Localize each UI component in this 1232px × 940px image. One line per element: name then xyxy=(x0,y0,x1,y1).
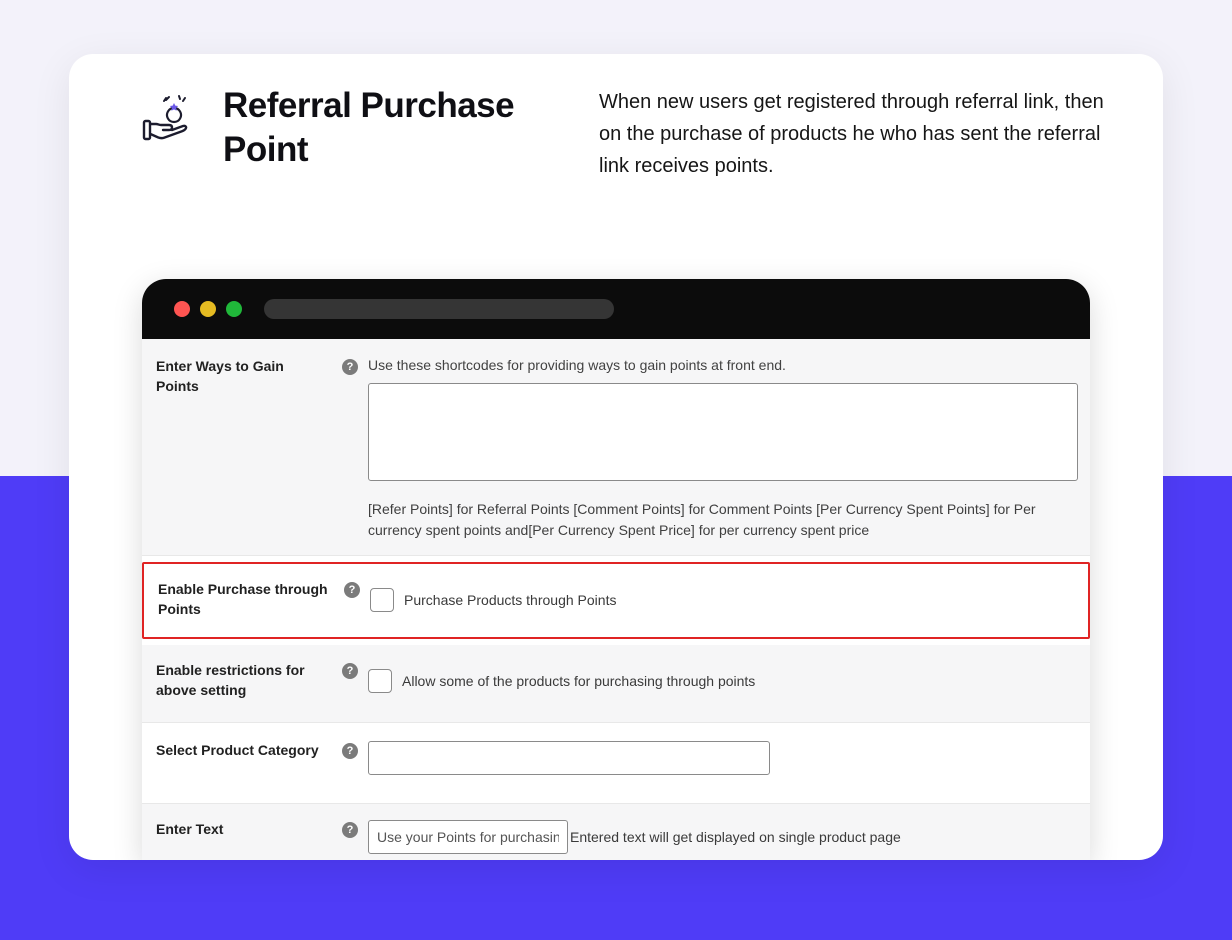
enter-text-desc: Entered text will get displayed on singl… xyxy=(570,829,901,845)
hero: Referral Purchase Point When new users g… xyxy=(69,54,1163,182)
restrictions-checkbox-label: Allow some of the products for purchasin… xyxy=(402,673,755,689)
help-icon[interactable]: ? xyxy=(342,359,358,375)
help-icon[interactable]: ? xyxy=(342,822,358,838)
address-bar[interactable] xyxy=(264,299,614,319)
ways-textarea[interactable] xyxy=(368,383,1078,481)
row-enter-text: Enter Text ? Entered text will get displ… xyxy=(142,804,1090,860)
enable-purchase-checkbox[interactable] xyxy=(370,588,394,612)
traffic-lights xyxy=(174,301,242,317)
hero-description: When new users get registered through re… xyxy=(599,84,1113,182)
label-enable-purchase: Enable Purchase through Points xyxy=(144,580,344,619)
label-enter-text: Enter Text xyxy=(142,820,342,854)
referral-hand-star-icon xyxy=(139,88,195,144)
category-input[interactable] xyxy=(368,741,770,775)
row-ways-to-gain: Enter Ways to Gain Points ? Use these sh… xyxy=(142,339,1090,556)
feature-card: Referral Purchase Point When new users g… xyxy=(69,54,1163,860)
label-ways: Enter Ways to Gain Points xyxy=(142,357,342,541)
enable-purchase-checkbox-label: Purchase Products through Points xyxy=(404,592,616,608)
browser-window: Enter Ways to Gain Points ? Use these sh… xyxy=(142,279,1090,860)
restrictions-checkbox[interactable] xyxy=(368,669,392,693)
row-category: Select Product Category ? xyxy=(142,723,1090,804)
ways-hint: Use these shortcodes for providing ways … xyxy=(368,357,786,373)
help-icon[interactable]: ? xyxy=(344,582,360,598)
settings-form: Enter Ways to Gain Points ? Use these sh… xyxy=(142,339,1090,860)
row-enable-restrictions: Enable restrictions for above setting ? … xyxy=(142,645,1090,723)
help-icon[interactable]: ? xyxy=(342,663,358,679)
label-category: Select Product Category xyxy=(142,741,342,775)
help-icon[interactable]: ? xyxy=(342,743,358,759)
ways-desc: [Refer Points] for Referral Points [Comm… xyxy=(368,499,1078,541)
hero-title: Referral Purchase Point xyxy=(223,84,579,172)
enter-text-input[interactable] xyxy=(368,820,568,854)
label-enable-restrictions: Enable restrictions for above setting xyxy=(142,661,342,700)
close-icon[interactable] xyxy=(174,301,190,317)
row-enable-purchase: Enable Purchase through Points ? Purchas… xyxy=(142,562,1090,639)
minimize-icon[interactable] xyxy=(200,301,216,317)
window-titlebar xyxy=(142,279,1090,339)
maximize-icon[interactable] xyxy=(226,301,242,317)
